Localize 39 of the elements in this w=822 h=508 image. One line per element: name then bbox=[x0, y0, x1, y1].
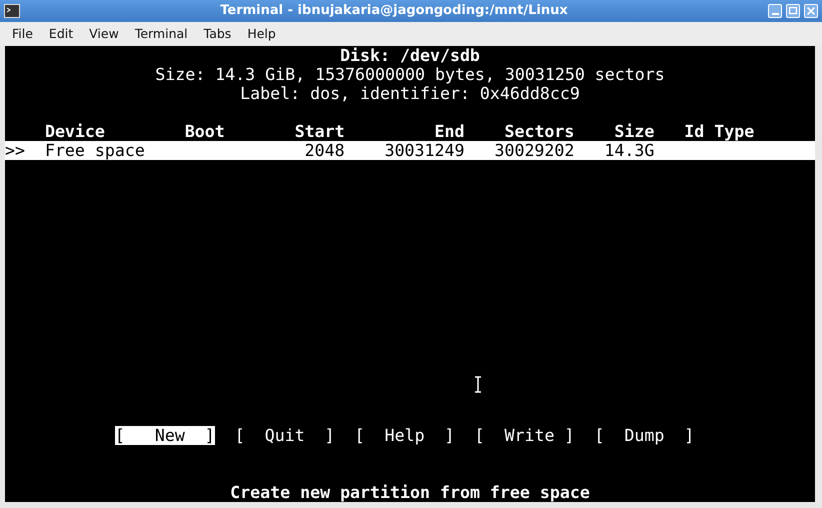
menu-option[interactable]: [ Help ] bbox=[354, 426, 455, 445]
row-marker: >> bbox=[5, 141, 26, 160]
menu-item[interactable]: File bbox=[4, 22, 41, 45]
column-header: Size bbox=[613, 122, 654, 141]
menu-item[interactable]: Edit bbox=[40, 22, 82, 45]
minimize-icon bbox=[772, 13, 778, 15]
window-title: Terminal - ibnujakaria@jagongoding:/mnt/Linux bbox=[219, 2, 569, 20]
maximize-icon bbox=[787, 5, 799, 17]
table-cell-text: Free space bbox=[44, 141, 146, 160]
text-cursor-icon bbox=[474, 376, 482, 393]
menu-option[interactable]: [ Write ] bbox=[474, 426, 574, 445]
menu-option[interactable]: [ New ] bbox=[114, 426, 215, 445]
status-message: Create new partition from free space bbox=[229, 483, 591, 502]
column-header: Boot bbox=[184, 122, 226, 141]
table-cell-text: 14.3G bbox=[603, 141, 654, 160]
menu-item[interactable]: Terminal bbox=[126, 22, 196, 45]
table-cell-text: 30031249 bbox=[384, 141, 465, 160]
maximize-button[interactable] bbox=[786, 4, 800, 18]
column-header: Sectors bbox=[503, 122, 574, 141]
column-header: Id bbox=[684, 122, 706, 141]
menu-item[interactable]: View bbox=[81, 22, 127, 45]
table-cell-text: 30029202 bbox=[493, 141, 574, 160]
menu-option[interactable]: [ Quit ] bbox=[234, 426, 335, 445]
table-cell-text: 2048 bbox=[304, 141, 345, 160]
menu-item[interactable]: Tabs bbox=[196, 22, 240, 45]
close-icon bbox=[805, 5, 817, 17]
disk-label: Label: dos, identifier: 0x46dd8cc9 bbox=[239, 84, 581, 103]
column-header: Device bbox=[44, 122, 106, 141]
minimize-button[interactable] bbox=[768, 4, 782, 18]
close-button[interactable] bbox=[804, 4, 818, 18]
disk-title: Disk: /dev/sdb bbox=[339, 46, 481, 65]
terminal-icon bbox=[4, 4, 20, 18]
column-header: End bbox=[434, 122, 465, 141]
menu-option[interactable]: [ Dump ] bbox=[594, 426, 694, 445]
disk-size: Size: 14.3 GiB, 15376000000 bytes, 30031250 sectors bbox=[154, 65, 666, 84]
column-header: Start bbox=[294, 122, 345, 141]
menu-item[interactable]: Help bbox=[239, 22, 284, 45]
table-row[interactable]: >> Free space 2048 30031249 30029202 14.3G bbox=[5, 141, 815, 160]
column-header: Type bbox=[714, 122, 756, 141]
